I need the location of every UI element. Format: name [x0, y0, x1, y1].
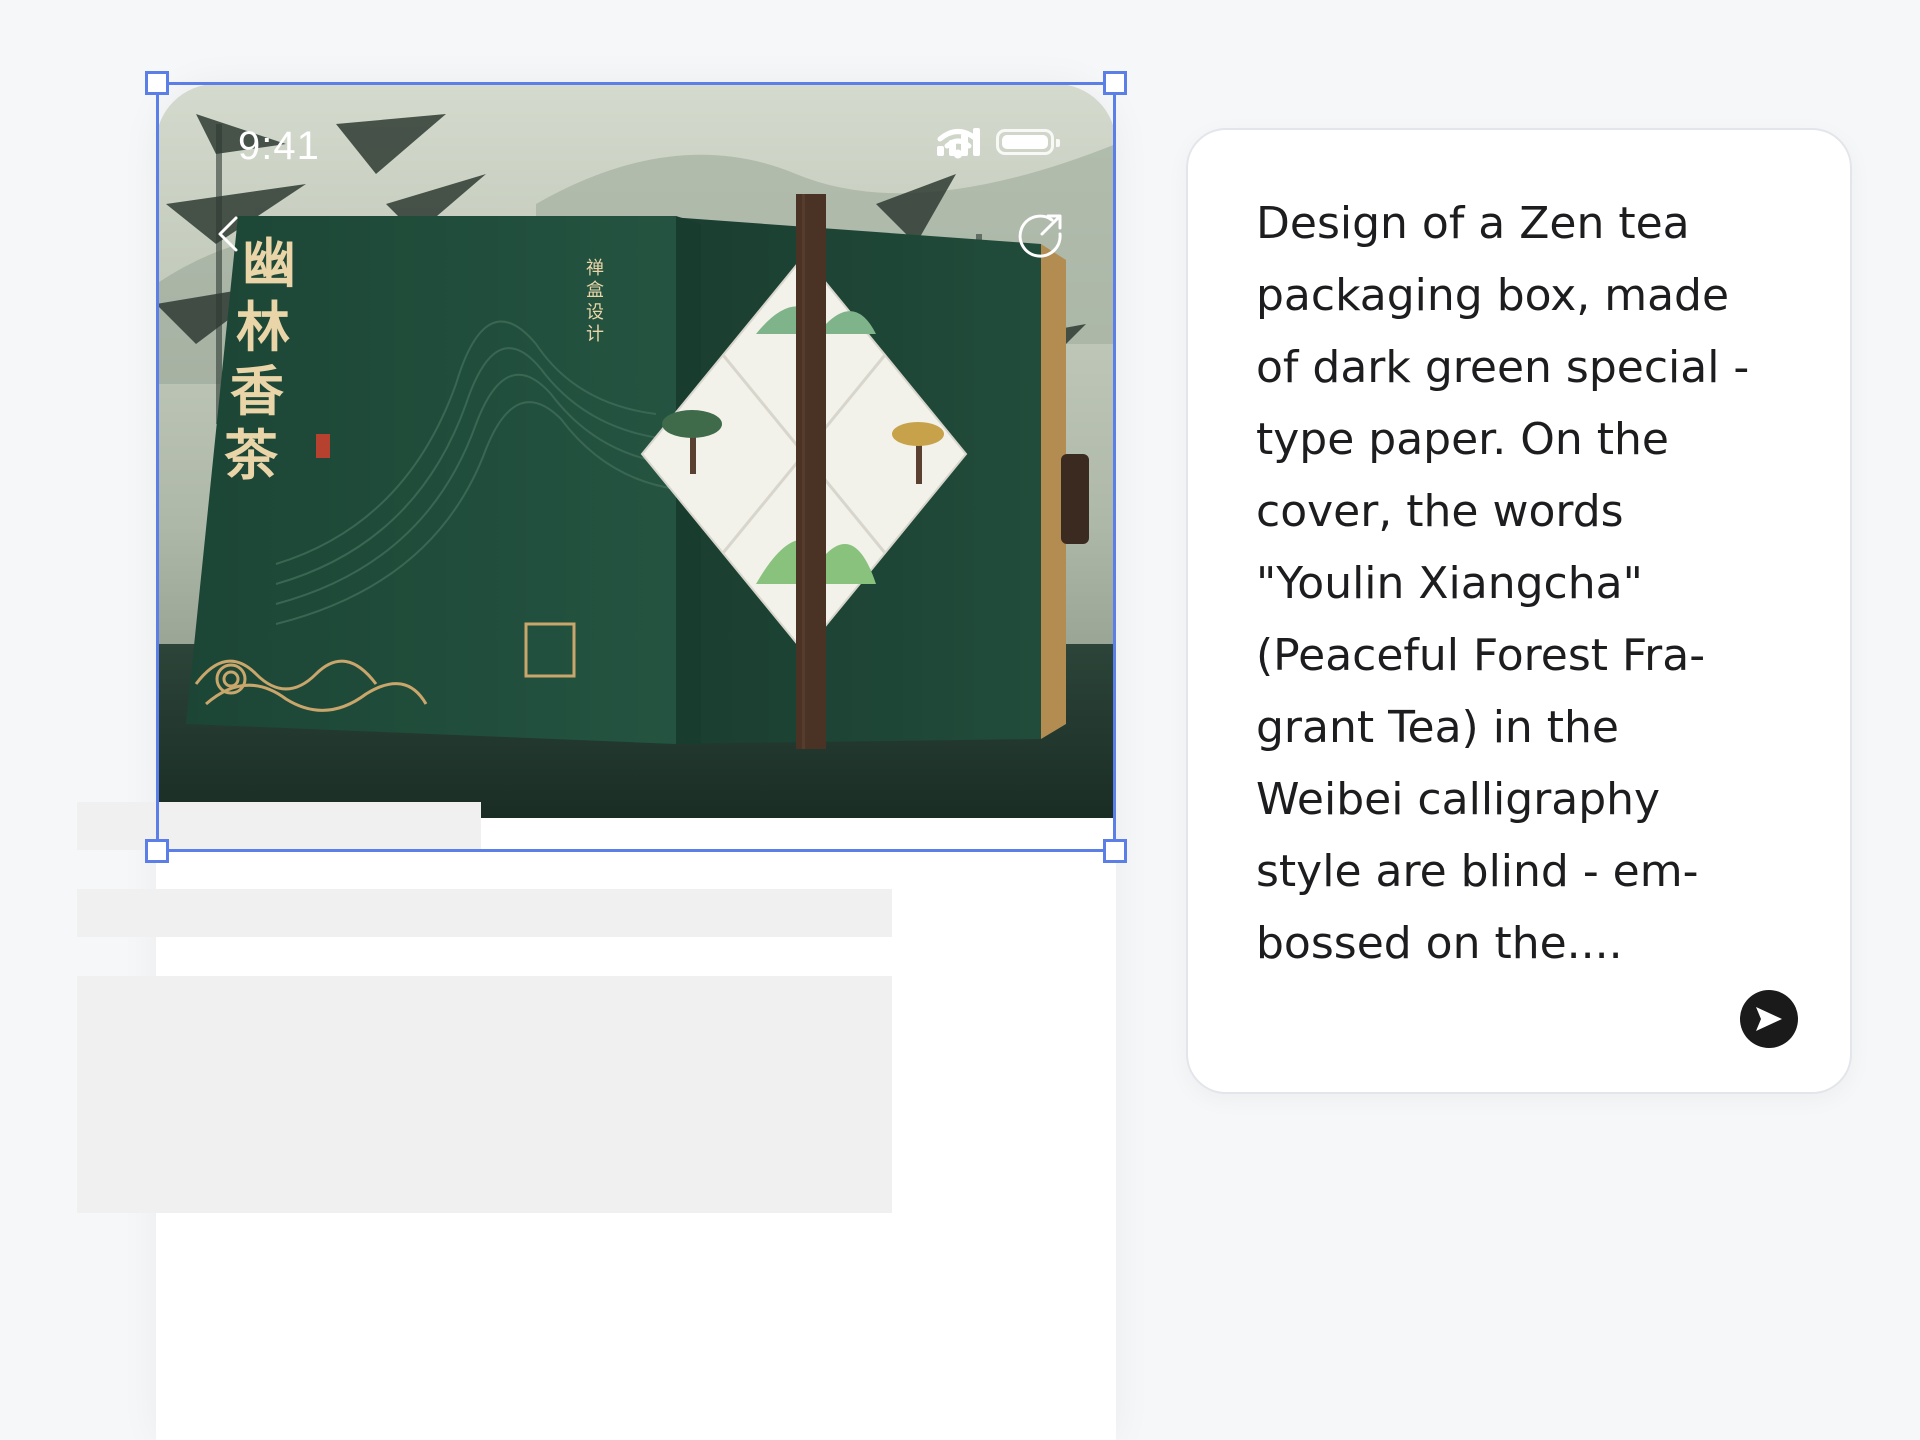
canvas: 幽 林 香 茶 禅 盒 设 计 9:41 Design of a Zen tea… [0, 0, 1920, 1440]
battery-icon [996, 129, 1060, 155]
send-button[interactable] [1740, 990, 1798, 1048]
share-button[interactable] [1012, 204, 1072, 264]
wifi-icon [937, 129, 979, 159]
svg-text:计: 计 [586, 324, 604, 345]
svg-text:设: 设 [586, 302, 604, 323]
tea-box-illustration: 幽 林 香 茶 禅 盒 设 计 [156, 84, 1116, 818]
phone-preview: 幽 林 香 茶 禅 盒 设 计 9:41 [156, 84, 1116, 1440]
send-icon [1756, 1007, 1782, 1031]
skeleton-line [77, 889, 892, 937]
resize-handle-bottom-right[interactable] [1103, 839, 1127, 863]
resize-handle-top-left[interactable] [145, 71, 169, 95]
product-title-glyph-2: 林 [236, 295, 290, 359]
prompt-card: Design of a Zen tea packaging box, made … [1186, 128, 1852, 1094]
product-title-glyph-4: 茶 [224, 423, 279, 487]
resize-handle-bottom-left[interactable] [145, 839, 169, 863]
status-icons [937, 128, 1060, 159]
resize-handle-top-right[interactable] [1103, 71, 1127, 95]
product-hero-image[interactable]: 幽 林 香 茶 禅 盒 设 计 9:41 [156, 84, 1116, 818]
share-icon [1018, 214, 1062, 258]
svg-text:禅: 禅 [586, 258, 604, 279]
chevron-left-icon [218, 216, 238, 252]
prompt-text[interactable]: Design of a Zen tea packaging box, made … [1256, 188, 1796, 980]
status-time: 9:41 [238, 124, 320, 168]
skeleton-block [77, 976, 892, 1213]
svg-text:盒: 盒 [586, 280, 604, 301]
status-bar: 9:41 [156, 84, 1116, 174]
product-title-glyph-3: 香 [230, 359, 284, 423]
back-button[interactable] [200, 204, 260, 264]
skeleton-title [77, 802, 481, 850]
